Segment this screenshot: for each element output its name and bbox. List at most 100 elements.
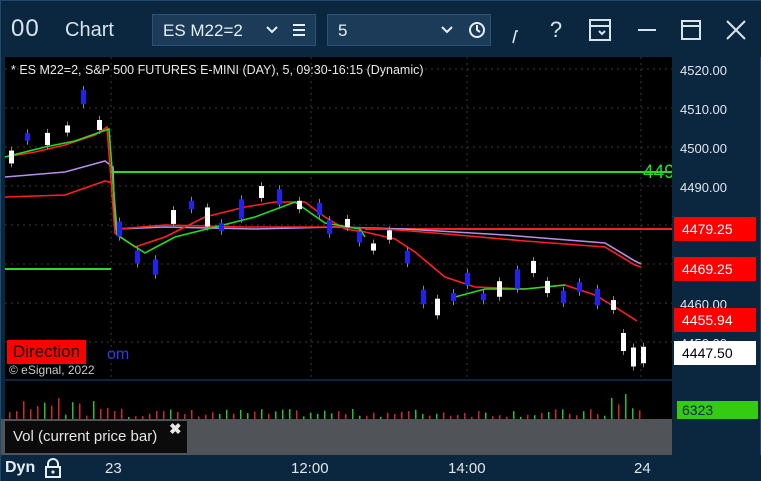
clock-icon[interactable] <box>468 21 486 42</box>
list-icon[interactable] <box>291 22 307 41</box>
candle <box>81 89 86 105</box>
candle <box>561 290 566 304</box>
volume-bar <box>16 411 18 419</box>
candle <box>189 200 194 210</box>
volume-bar <box>93 401 95 419</box>
volume-bar <box>562 409 564 419</box>
help-icon[interactable]: ? <box>539 13 573 47</box>
price-chart-pane[interactable]: 449 * ES M22=2, S&P 500 FUTURES E-MINI (… <box>4 57 675 379</box>
volume-bar <box>611 397 613 419</box>
volume-bar <box>79 403 81 419</box>
title-bar: 00 Chart ES M22=2 5 ? <box>1 1 761 57</box>
chevron-down-icon[interactable] <box>265 21 279 42</box>
volume-study-label[interactable]: Vol (current price bar) <box>5 421 187 453</box>
price-chart: 449 <box>4 57 675 379</box>
symbol-value: ES M22=2 <box>163 21 243 40</box>
volume-bar <box>121 408 123 419</box>
interval-value: 5 <box>338 21 348 40</box>
candle <box>545 280 550 294</box>
price-tick: 4490.00 <box>680 180 727 195</box>
volume-bar <box>170 409 172 419</box>
price-tick: 4510.00 <box>680 102 727 117</box>
close-icon[interactable]: ✖ <box>169 420 182 438</box>
volume-bar <box>72 402 74 419</box>
lock-icon[interactable] <box>43 457 63 479</box>
volume-bar <box>226 409 228 419</box>
candle <box>611 300 616 310</box>
volume-bar <box>100 408 102 419</box>
price-tag-red: 4479.25 <box>674 217 756 241</box>
volume-bar <box>58 398 60 419</box>
candle <box>97 120 102 130</box>
volume-bar <box>254 411 256 419</box>
candle <box>205 207 210 227</box>
chart-header: * ES M22=2, S&P 500 FUTURES E-MINI (DAY)… <box>11 63 424 77</box>
volume-bar <box>639 410 641 419</box>
candle <box>317 202 322 216</box>
candle <box>65 125 70 133</box>
time-axis[interactable]: Dyn 23 12:00 14:00 24 <box>1 455 761 481</box>
chevron-down-icon[interactable] <box>440 21 454 42</box>
volume-bar <box>548 411 550 419</box>
price-tick: 4500.00 <box>680 141 727 156</box>
price-axis[interactable]: 4520.00 4510.00 4500.00 4490.00 4460.00 … <box>672 57 758 417</box>
volume-bar <box>583 411 585 419</box>
candle <box>171 210 176 224</box>
volume-bar <box>338 411 340 419</box>
candle <box>531 260 536 274</box>
volume-bar <box>555 409 557 419</box>
level-label: 449 <box>643 162 672 183</box>
candle <box>297 200 302 210</box>
window-title: Chart <box>65 19 114 41</box>
volume-bar <box>478 411 480 419</box>
volume-bar <box>23 401 25 419</box>
volume-bar <box>296 410 298 419</box>
volume-bar <box>625 394 627 419</box>
volume-bar <box>590 409 592 419</box>
price-tag-red: 4469.25 <box>674 257 756 281</box>
dynamic-mode-label[interactable]: Dyn <box>5 459 35 477</box>
time-tick: 12:00 <box>291 460 329 477</box>
chart-window: 00 Chart ES M22=2 5 ? 449 * ES M22=2, S&… <box>0 0 761 481</box>
volume-bar <box>618 404 620 419</box>
template-icon[interactable] <box>587 17 613 43</box>
candle <box>497 281 502 297</box>
maximize-icon[interactable] <box>679 17 703 43</box>
candle <box>259 186 264 198</box>
last-price-tag: 4447.50 <box>674 341 756 365</box>
candle <box>25 133 30 141</box>
volume-bar <box>156 410 158 419</box>
candle <box>135 250 140 264</box>
volume-bar <box>352 409 354 419</box>
volume-bar <box>408 411 410 419</box>
draw-icon[interactable] <box>507 23 527 47</box>
candle <box>421 289 426 305</box>
candle <box>465 272 470 286</box>
candle <box>9 150 14 164</box>
symbol-selector[interactable]: ES M22=2 <box>152 14 316 46</box>
time-tick: 24 <box>634 460 651 477</box>
candle <box>387 230 392 240</box>
average-line-red <box>4 180 642 268</box>
candle <box>345 218 350 228</box>
volume-bar <box>177 411 179 419</box>
candle <box>327 220 332 234</box>
candle <box>481 293 486 301</box>
volume-bar <box>401 411 403 419</box>
volume-bar <box>9 412 11 419</box>
average-line-purple <box>4 160 642 265</box>
candle <box>153 259 158 275</box>
volume-value-tag: 6323 <box>677 401 758 419</box>
volume-chart <box>9 394 641 419</box>
volume-bar <box>275 411 277 419</box>
minimize-icon[interactable] <box>635 17 659 43</box>
price-tag-red: 4455.94 <box>674 308 756 332</box>
trend-line-red <box>4 125 638 322</box>
interval-selector[interactable]: 5 <box>327 14 491 46</box>
time-tick: 23 <box>105 460 122 477</box>
close-icon[interactable] <box>723 17 749 43</box>
volume-pane[interactable] <box>5 381 672 419</box>
candle <box>405 250 410 264</box>
volume-bar <box>513 411 515 419</box>
volume-bar <box>289 409 291 419</box>
